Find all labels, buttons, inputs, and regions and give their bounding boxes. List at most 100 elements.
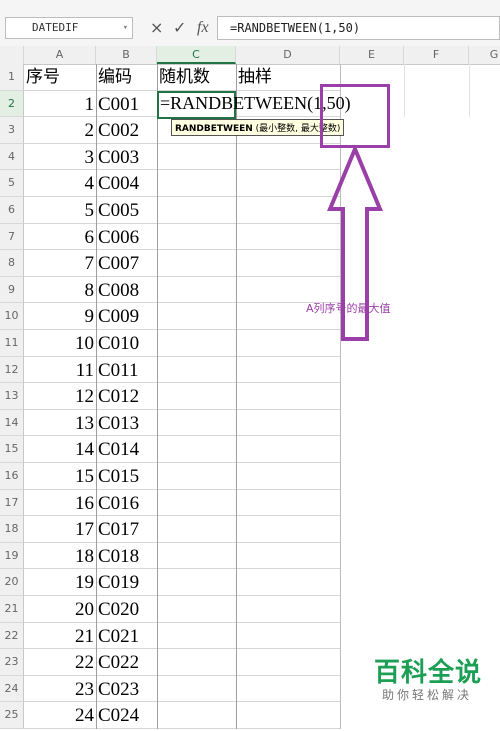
annotation-arrow	[327, 146, 383, 341]
code-cell[interactable]: C015	[96, 463, 157, 490]
sequence-cell[interactable]: 16	[24, 490, 96, 517]
sequence-cell[interactable]: 9	[24, 303, 96, 330]
code-cell[interactable]: C024	[96, 702, 157, 729]
row-header-20[interactable]: 20	[0, 569, 24, 596]
annotation-highlight-box	[320, 84, 390, 148]
sequence-cell[interactable]: 11	[24, 357, 96, 384]
column-header-d[interactable]: D	[236, 46, 340, 64]
code-cell[interactable]: C011	[96, 357, 157, 384]
header-cell-c[interactable]: 随机数	[157, 64, 236, 91]
code-cell[interactable]: C021	[96, 623, 157, 650]
row-header-2[interactable]: 2	[0, 90, 24, 118]
sequence-cell[interactable]: 21	[24, 623, 96, 650]
code-cell[interactable]: C017	[96, 516, 157, 543]
sequence-cell[interactable]: 15	[24, 463, 96, 490]
row-header-14[interactable]: 14	[0, 409, 24, 437]
row-header-17[interactable]: 17	[0, 489, 24, 517]
header-cell-a[interactable]: 序号	[24, 64, 96, 91]
sequence-cell[interactable]: 5	[24, 197, 96, 224]
watermark-subtitle: 助你轻松解决	[382, 688, 473, 702]
watermark-title: 百科全说	[374, 658, 483, 688]
column-header-g[interactable]: G	[469, 46, 500, 64]
row-header-4[interactable]: 4	[0, 143, 24, 171]
row-header-3[interactable]: 3	[0, 117, 24, 144]
formula-input[interactable]: =RANDBETWEEN(1,50)	[217, 16, 500, 40]
sequence-cell[interactable]: 20	[24, 596, 96, 623]
sequence-cell[interactable]: 24	[24, 702, 96, 729]
row-header-24[interactable]: 24	[0, 675, 24, 703]
name-box-value: DATEDIF	[32, 21, 79, 34]
code-cell[interactable]: C022	[96, 649, 157, 676]
confirm-icon[interactable]: ✓	[173, 17, 186, 39]
row-header-1[interactable]: 1	[0, 64, 24, 91]
row-header-21[interactable]: 21	[0, 596, 24, 623]
sequence-cell[interactable]: 10	[24, 330, 96, 357]
column-header-e[interactable]: E	[340, 46, 404, 64]
row-header-18[interactable]: 18	[0, 516, 24, 543]
column-header-a[interactable]: A	[24, 46, 96, 64]
sequence-cell[interactable]: 14	[24, 436, 96, 463]
code-cell[interactable]: C012	[96, 383, 157, 410]
row-header-16[interactable]: 16	[0, 463, 24, 490]
code-cell[interactable]: C014	[96, 436, 157, 463]
code-cell[interactable]: C018	[96, 543, 157, 570]
sequence-cell[interactable]: 2	[24, 117, 96, 144]
sequence-cell[interactable]: 7	[24, 250, 96, 277]
row-header-15[interactable]: 15	[0, 436, 24, 463]
tooltip-function-name[interactable]: RANDBETWEEN	[175, 124, 253, 134]
row-header-5[interactable]: 5	[0, 170, 24, 197]
chevron-down-icon[interactable]: ▾	[123, 18, 128, 38]
sequence-cell[interactable]: 6	[24, 224, 96, 251]
row-header-19[interactable]: 19	[0, 542, 24, 570]
column-header-b[interactable]: B	[96, 46, 157, 64]
sequence-cell[interactable]: 23	[24, 676, 96, 703]
code-cell[interactable]: C009	[96, 303, 157, 330]
code-cell[interactable]: C007	[96, 250, 157, 277]
code-cell[interactable]: C019	[96, 569, 157, 596]
sequence-cell[interactable]: 4	[24, 170, 96, 197]
cancel-icon[interactable]: ×	[150, 17, 163, 39]
row-header-22[interactable]: 22	[0, 622, 24, 650]
row-header-8[interactable]: 8	[0, 250, 24, 277]
row-header-9[interactable]: 9	[0, 276, 24, 304]
row-header-23[interactable]: 23	[0, 649, 24, 676]
row-header-25[interactable]: 25	[0, 702, 24, 729]
row-gridline	[24, 728, 340, 729]
column-gridline-light	[404, 64, 405, 118]
column-header-c[interactable]: C	[157, 46, 236, 64]
sequence-cell[interactable]: 13	[24, 410, 96, 437]
code-cell[interactable]: C003	[96, 144, 157, 171]
row-header-10[interactable]: 10	[0, 303, 24, 330]
code-cell[interactable]: C010	[96, 330, 157, 357]
sequence-cell[interactable]: 18	[24, 543, 96, 570]
row-header-7[interactable]: 7	[0, 223, 24, 251]
row-header-6[interactable]: 6	[0, 197, 24, 224]
sequence-cell[interactable]: 1	[24, 91, 96, 118]
name-box[interactable]: DATEDIF ▾	[5, 17, 133, 39]
sequence-cell[interactable]: 3	[24, 144, 96, 171]
code-cell[interactable]: C006	[96, 224, 157, 251]
sequence-cell[interactable]: 8	[24, 277, 96, 304]
code-cell[interactable]: C016	[96, 490, 157, 517]
fx-icon[interactable]: fx	[197, 17, 209, 39]
code-cell[interactable]: C008	[96, 277, 157, 304]
code-cell[interactable]: C023	[96, 676, 157, 703]
code-cell[interactable]: C013	[96, 410, 157, 437]
code-cell[interactable]: C002	[96, 117, 157, 144]
spreadsheet-grid[interactable]: ABCDEFG 1 2 3 4 5 6 7 8 9 10 11 12 13 14 15 16 17 18 19 20 2…	[0, 46, 500, 729]
sequence-cell[interactable]: 22	[24, 649, 96, 676]
row-header-12[interactable]: 12	[0, 356, 24, 384]
row-header-11[interactable]: 11	[0, 330, 24, 357]
code-cell[interactable]: C004	[96, 170, 157, 197]
row-header-13[interactable]: 13	[0, 383, 24, 410]
code-cell[interactable]: C005	[96, 197, 157, 224]
code-cell[interactable]: C001	[96, 91, 157, 118]
sequence-cell[interactable]: 17	[24, 516, 96, 543]
sequence-cell[interactable]: 12	[24, 383, 96, 410]
column-header-bar: ABCDEFG	[0, 46, 500, 65]
column-header-f[interactable]: F	[404, 46, 469, 64]
code-cell[interactable]: C020	[96, 596, 157, 623]
header-cell-b[interactable]: 编码	[96, 64, 157, 91]
sequence-cell[interactable]: 19	[24, 569, 96, 596]
select-all-corner[interactable]	[0, 46, 24, 64]
